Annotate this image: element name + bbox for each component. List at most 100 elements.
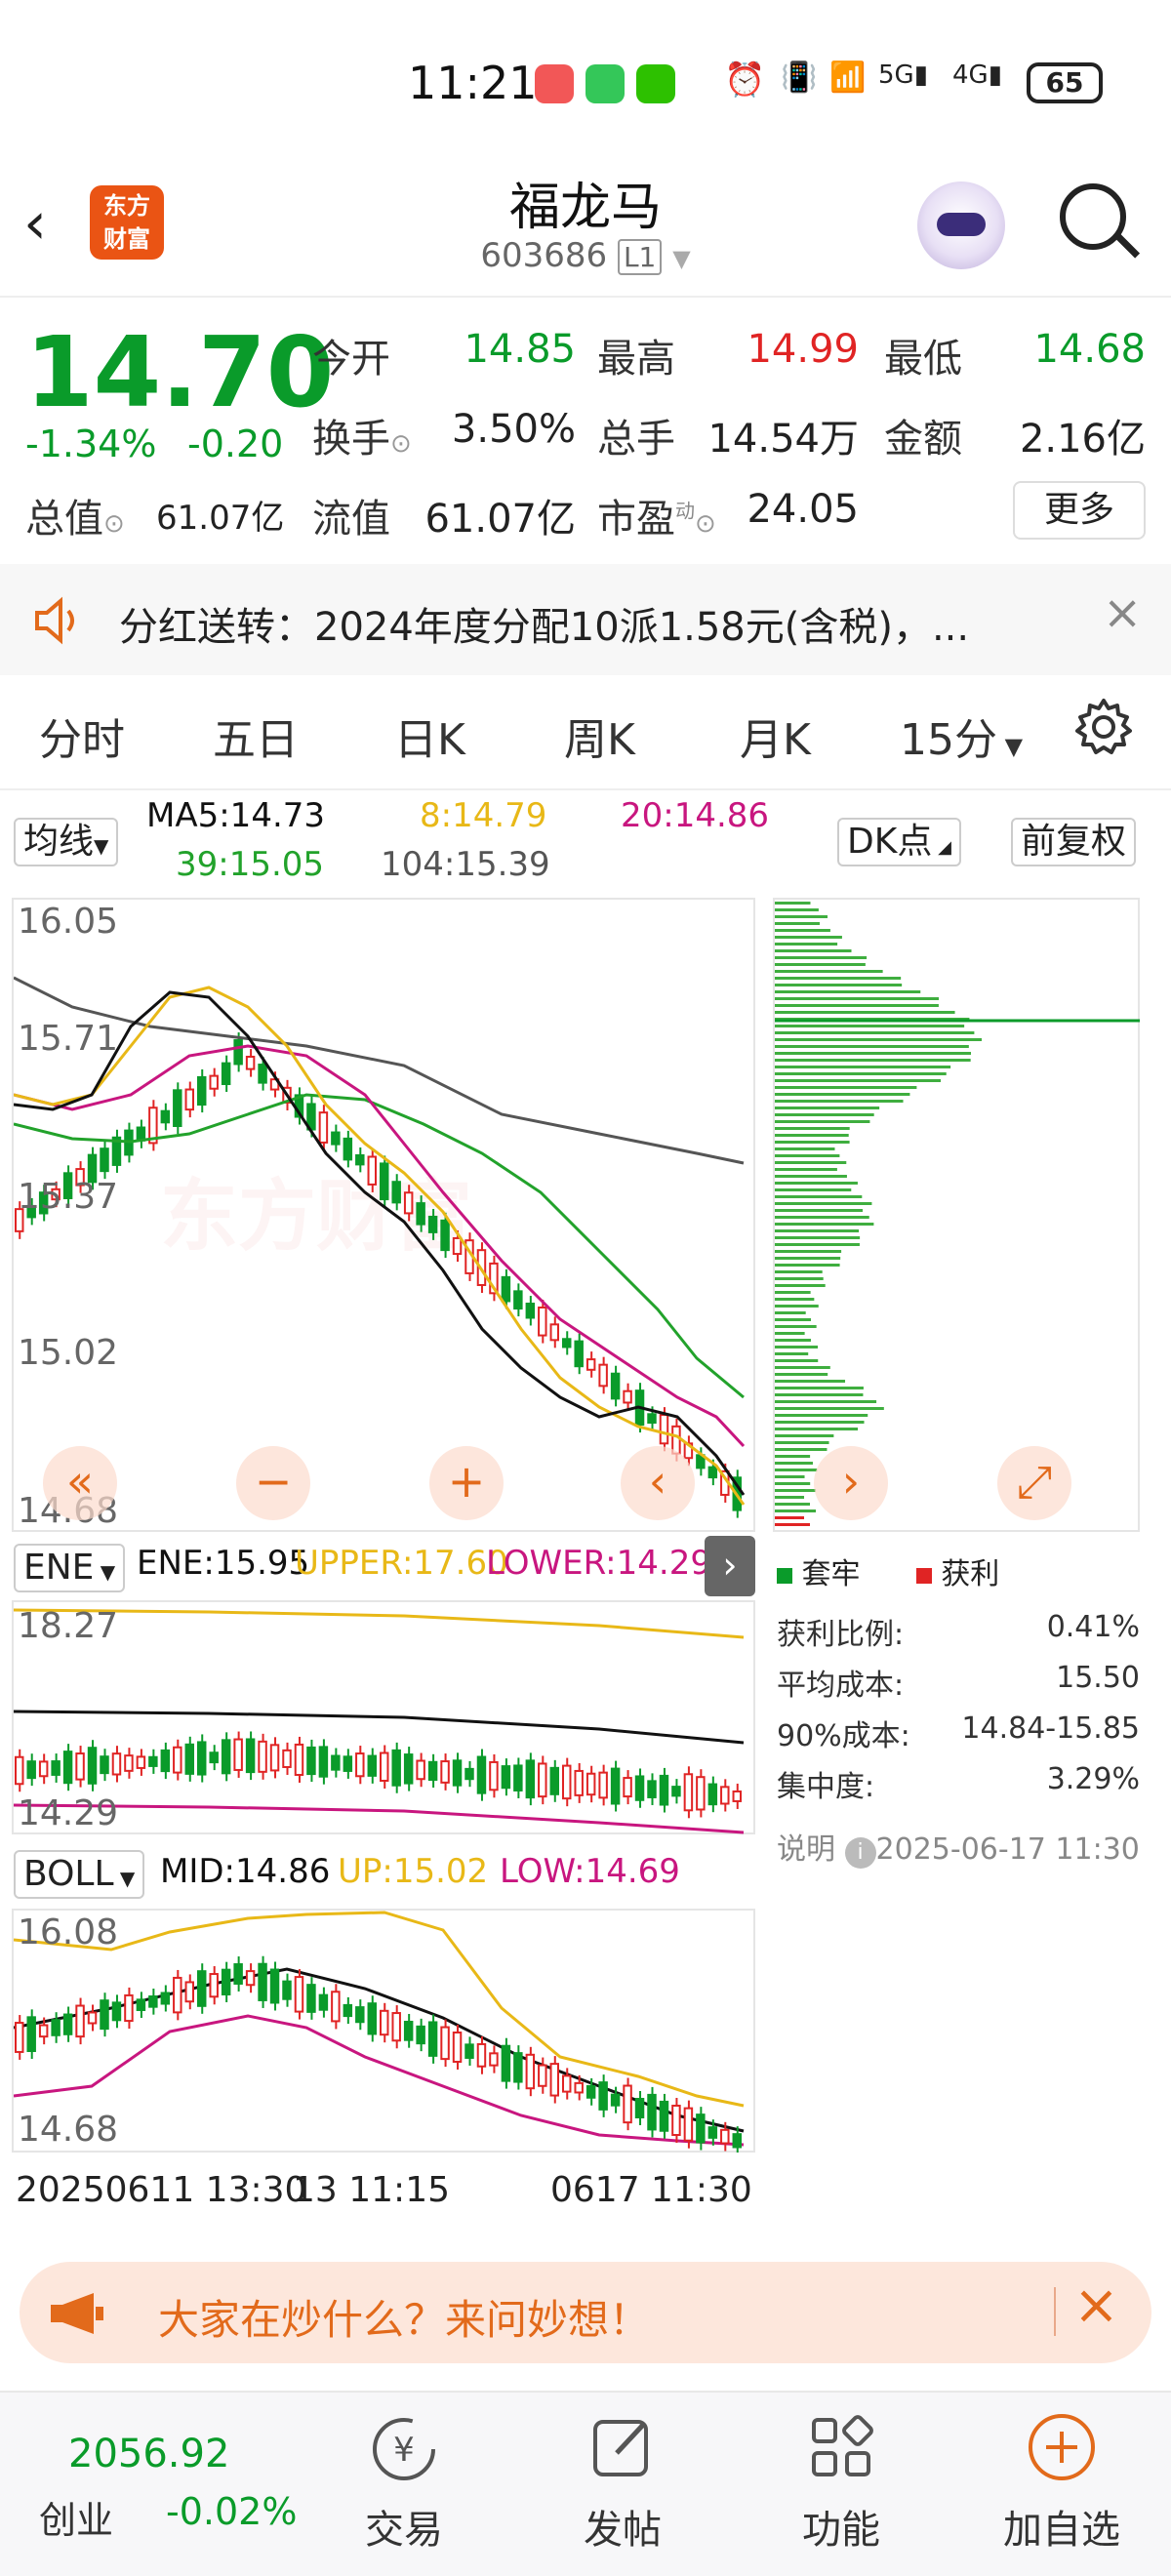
- chip-bar: [775, 1025, 965, 1027]
- chip-bar: [775, 1298, 815, 1301]
- candle-body: [452, 2032, 463, 2063]
- chip-bar: [775, 1182, 858, 1185]
- tab-five-day[interactable]: 五日: [213, 704, 299, 767]
- pe-label: 市盈动⊙: [597, 497, 716, 542]
- candle-body: [586, 2084, 596, 2099]
- candle-body: [343, 1137, 353, 1161]
- ma5-line: [14, 990, 746, 1496]
- chip-bar: [775, 1421, 865, 1424]
- candle-body: [659, 1774, 669, 1806]
- expand-icon[interactable]: ⤢: [997, 1446, 1071, 1520]
- chip-bar: [775, 1387, 864, 1389]
- chip-bar: [775, 1113, 874, 1116]
- chip-bar: [775, 1359, 819, 1362]
- nav-post[interactable]: 发帖: [545, 2498, 701, 2555]
- chip-bar: [775, 949, 852, 952]
- chip-bar: [775, 1414, 868, 1417]
- candle-body: [610, 2093, 621, 2107]
- back-icon[interactable]: ‹: [23, 189, 47, 258]
- chip-bar: [775, 1093, 910, 1096]
- trade-icon[interactable]: ¥: [367, 2412, 441, 2490]
- chip-note[interactable]: 说明 i 2025-06-17 11:30: [777, 1825, 1140, 1869]
- chevron-right-icon[interactable]: ›: [705, 1536, 755, 1596]
- candle-body: [464, 1767, 474, 1781]
- signal-4g-icon: 4G▮: [952, 60, 1002, 90]
- candle-body: [282, 1749, 292, 1768]
- close-icon[interactable]: ×: [1073, 2274, 1119, 2337]
- candle-body: [634, 2097, 645, 2119]
- nav-add-watchlist[interactable]: 加自选: [984, 2498, 1140, 2555]
- zoom-in-icon[interactable]: +: [429, 1446, 504, 1520]
- chip-bar: [775, 1305, 819, 1308]
- stock-header: 福龙马 603686 L1 ▼ ‹ 东方 财富: [0, 166, 1171, 298]
- candle-body: [416, 1202, 425, 1226]
- candle-body: [233, 1963, 243, 1985]
- settings-gear-icon[interactable]: [1073, 697, 1134, 761]
- chip-bar: [775, 1202, 872, 1205]
- chip-bar: [775, 922, 820, 925]
- post-icon[interactable]: [587, 2412, 658, 2486]
- candle-body: [184, 1981, 195, 2003]
- candle-body: [100, 1999, 109, 2031]
- add-watchlist-icon[interactable]: [1025, 2410, 1099, 2488]
- adjust-button[interactable]: 前复权: [1011, 818, 1137, 866]
- boll-up-value: UP:15.02: [338, 1852, 489, 1891]
- chip-bar: [775, 1489, 817, 1492]
- tab-weekly-k[interactable]: 周K: [564, 704, 635, 767]
- chip-bar: [775, 1079, 942, 1082]
- chip-distribution-panel[interactable]: › ⤢: [773, 898, 1140, 1532]
- nav-functions[interactable]: 功能: [763, 2498, 919, 2555]
- candle-body: [100, 1147, 109, 1173]
- kline-chart-panel[interactable]: 东方财富 16.05 15.71 15.37 15.02 14.68 « − +…: [12, 898, 755, 1532]
- candle-body: [233, 1738, 243, 1771]
- tab-monthly-k[interactable]: 月K: [740, 704, 811, 767]
- close-icon[interactable]: ×: [1103, 585, 1142, 640]
- candle-body: [501, 2044, 511, 2082]
- dk-point-button[interactable]: DK点 ◢: [837, 818, 961, 866]
- candle-body: [258, 1740, 267, 1773]
- candle-body: [148, 1995, 158, 2008]
- scroll-right-icon[interactable]: ›: [814, 1446, 888, 1520]
- candle-body: [15, 2022, 24, 2053]
- candle-body: [87, 2011, 98, 2025]
- tab-daily-k[interactable]: 日K: [394, 704, 465, 767]
- eastmoney-logo[interactable]: 东方 财富: [90, 185, 164, 260]
- nav-trade[interactable]: 交易: [326, 2498, 482, 2555]
- boll-selector[interactable]: BOLL ▼: [14, 1850, 145, 1899]
- candle-body: [452, 1236, 463, 1256]
- index-value[interactable]: 2056.92: [68, 2432, 229, 2476]
- ene-chart-panel[interactable]: 18.27 14.29: [12, 1600, 755, 1834]
- candle-body: [659, 1414, 669, 1445]
- chip-bar: [775, 1100, 904, 1103]
- candle-body: [209, 1751, 219, 1764]
- chip-bar: [775, 1346, 819, 1348]
- chip-bar: [775, 902, 811, 905]
- chip-bar: [775, 1407, 884, 1410]
- chip-row-label: 集中度:: [777, 1770, 875, 1804]
- chip-bar: [775, 1257, 841, 1260]
- tab-intraday[interactable]: 分时: [39, 704, 125, 767]
- scroll-left-icon[interactable]: ‹: [621, 1446, 695, 1520]
- candle-body: [184, 1088, 195, 1111]
- scroll-left-fast-icon[interactable]: «: [43, 1446, 117, 1520]
- tab-15min[interactable]: 15分 ▼: [900, 704, 1023, 767]
- ask-banner[interactable]: 大家在炒什么？来问妙想！ ×: [20, 2262, 1151, 2363]
- candle-body: [586, 1772, 596, 1796]
- candle-body: [75, 2004, 85, 2038]
- candle-body: [647, 1780, 657, 1798]
- ma8-line: [14, 986, 746, 1506]
- chip-bar: [775, 1236, 861, 1239]
- more-button[interactable]: 更多: [1013, 481, 1146, 540]
- zoom-out-icon[interactable]: −: [236, 1446, 310, 1520]
- ma-selector[interactable]: 均线▼: [14, 818, 119, 866]
- megaphone-icon: [47, 2289, 105, 2342]
- chip-bar: [775, 1482, 811, 1485]
- ene-selector[interactable]: ENE ▼: [14, 1544, 126, 1592]
- boll-chart-panel[interactable]: 16.08 14.68: [12, 1909, 755, 2153]
- candle-body: [586, 1358, 596, 1371]
- candle-body: [148, 1755, 158, 1767]
- candle-body: [452, 1759, 463, 1787]
- functions-icon[interactable]: [806, 2412, 876, 2486]
- dividend-notice[interactable]: 分红送转：2024年度分配10派1.58元(含税)，... ×: [0, 564, 1171, 675]
- chip-bar: [775, 984, 903, 986]
